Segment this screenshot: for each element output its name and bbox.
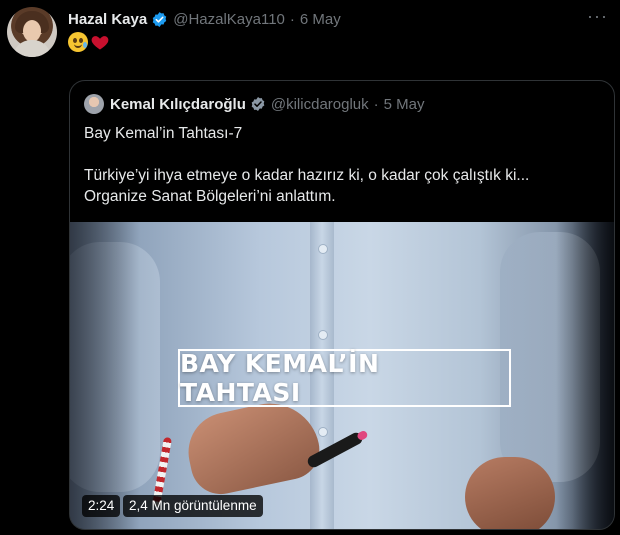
quoted-text-line: Türkiye’yi ihya etmeye o kadar hazırız k… — [84, 167, 530, 184]
video-title-overlay: BAY KEMAL’İN TAHTASI — [178, 349, 511, 407]
tweet-header: Hazal Kaya @HazalKaya110 · 6 May ··· — [68, 6, 610, 30]
video-frame-shadow — [70, 222, 140, 529]
video-player[interactable]: BAY KEMAL’İN TAHTASI 2:24 2,4 Mn görüntü… — [70, 222, 614, 529]
tweet-date[interactable]: 6 May — [300, 11, 341, 28]
video-overlay-title: BAY KEMAL’İN TAHTASI — [180, 349, 380, 407]
video-frame-shadow — [556, 222, 614, 529]
video-views-badge: 2,4 Mn görüntülenme — [123, 495, 263, 517]
video-frame-shirt-button — [318, 244, 328, 254]
marker-tip — [356, 429, 369, 442]
emoji-mouth — [74, 44, 82, 48]
quoted-tweet-date[interactable]: 5 May — [384, 96, 425, 113]
verified-badge-icon — [152, 11, 167, 27]
author-avatar[interactable] — [7, 7, 57, 57]
avatar-face — [23, 20, 41, 42]
video-duration-badge: 2:24 — [82, 495, 121, 517]
video-frame-hand — [181, 394, 325, 500]
video-frame-hand — [465, 457, 555, 529]
quoted-author-handle[interactable]: @kilicdarogluk — [271, 96, 369, 113]
quoted-author-name[interactable]: Kemal Kılıçdaroğlu — [110, 96, 246, 113]
quoted-tweet-text: Bay Kemal’in Tahtası-7 Türkiye’yi ihya e… — [84, 123, 604, 207]
video-frame-shirt-button — [318, 427, 328, 437]
header-separator: · — [289, 10, 295, 28]
quoted-tweet-card[interactable]: Kemal Kılıçdaroğlu @kilicdarogluk · 5 Ma… — [69, 80, 615, 530]
quoted-header-separator: · — [373, 95, 379, 113]
tweet-text — [68, 32, 110, 52]
quoted-tweet-header: Kemal Kılıçdaroğlu @kilicdarogluk · 5 Ma… — [84, 94, 425, 114]
emoji-tear — [83, 42, 87, 48]
video-frame-shirt-button — [318, 330, 328, 340]
quoted-text-line: Bay Kemal’in Tahtası-7 — [84, 125, 243, 142]
emoji-eye — [73, 38, 77, 43]
quoted-author-avatar[interactable] — [84, 94, 104, 114]
crying-face-emoji — [68, 32, 88, 52]
author-name[interactable]: Hazal Kaya — [68, 11, 147, 28]
author-handle[interactable]: @HazalKaya110 — [173, 11, 285, 28]
avatar-body — [13, 40, 51, 57]
red-heart-emoji — [91, 36, 109, 50]
quoted-text-line: Organize Sanat Bölgeleri’ni anlattım. — [84, 188, 336, 205]
verified-badge-icon — [251, 97, 265, 111]
more-options-icon[interactable]: ··· — [587, 6, 608, 27]
